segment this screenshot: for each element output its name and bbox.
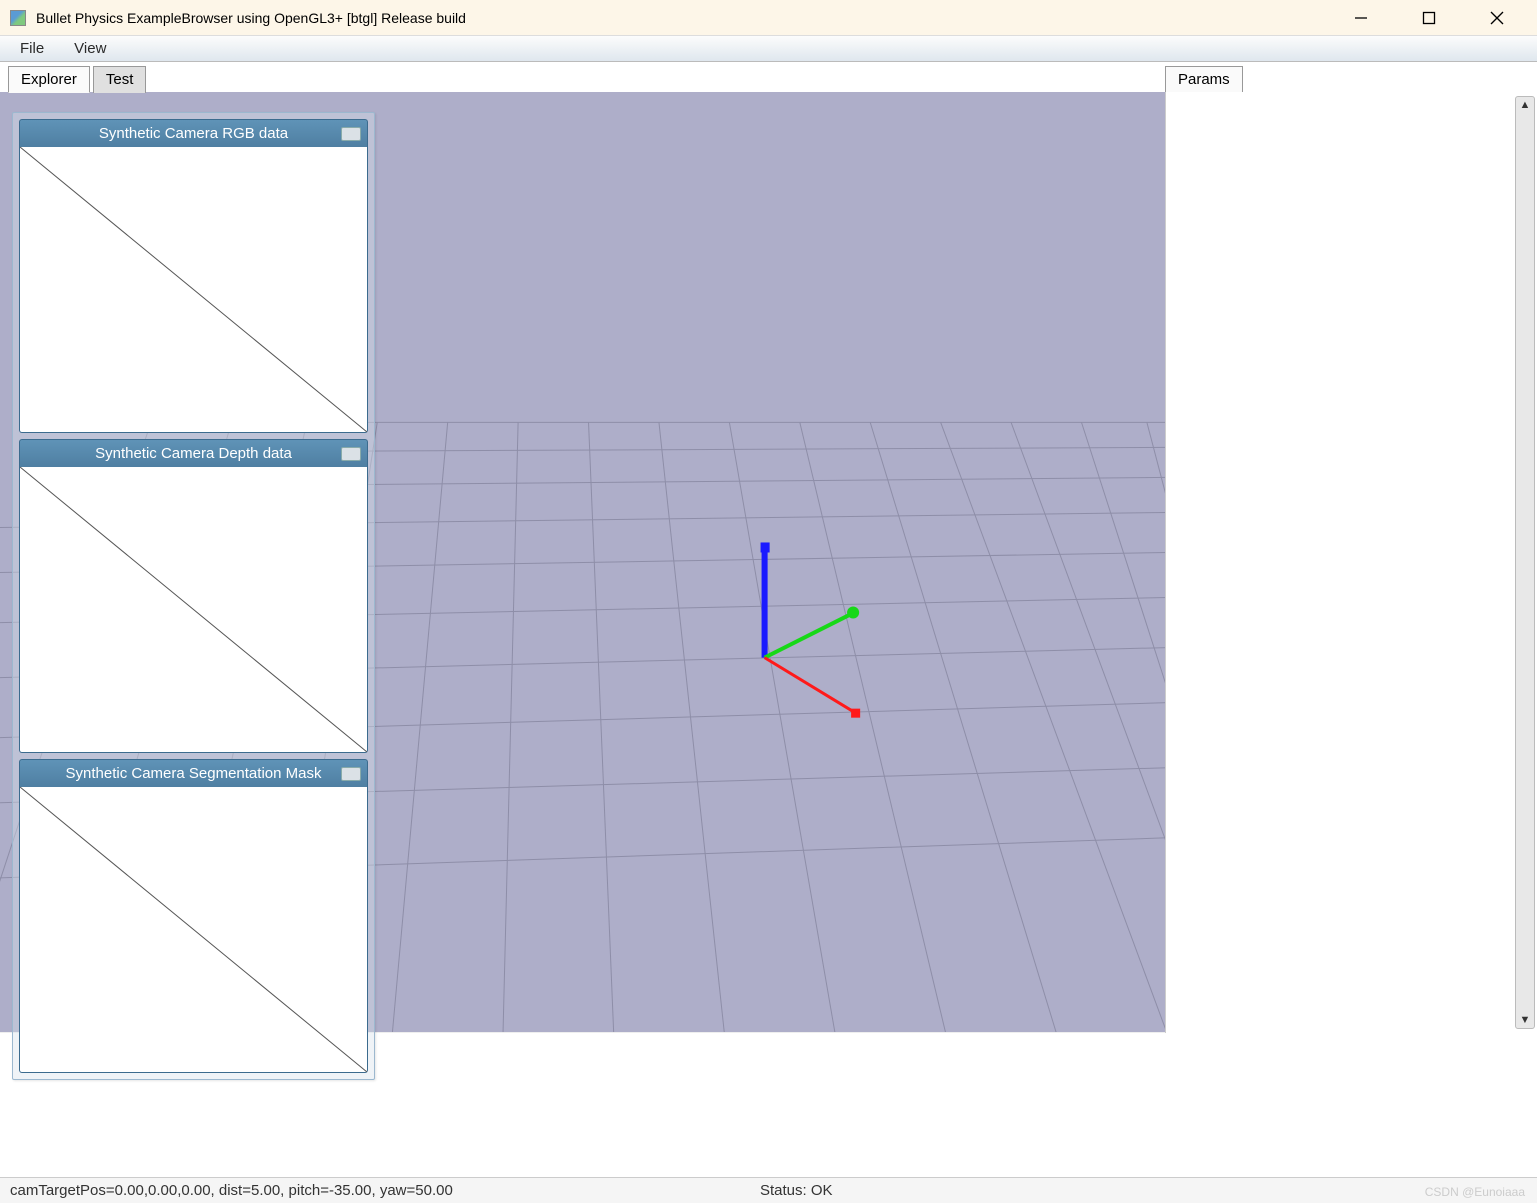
watermark: CSDN @Eunoiaaa: [1425, 1185, 1525, 1199]
status-text: Status: OK: [760, 1182, 833, 1199]
left-tab-strip: Explorer Test: [8, 66, 149, 93]
panel-rgb-title: Synthetic Camera RGB data: [99, 125, 288, 142]
menu-file[interactable]: File: [20, 40, 44, 57]
window-title: Bullet Physics ExampleBrowser using Open…: [36, 10, 1341, 26]
camera-preview-dock[interactable]: Synthetic Camera RGB data Synthetic Came…: [12, 112, 375, 1080]
panel-rgb-body: [19, 147, 368, 433]
window-titlebar: Bullet Physics ExampleBrowser using Open…: [0, 0, 1537, 36]
panel-depth-body: [19, 467, 368, 753]
scroll-up-icon[interactable]: ▲: [1517, 97, 1533, 113]
panel-segmentation-title: Synthetic Camera Segmentation Mask: [66, 765, 322, 782]
panel-rgb-toggle[interactable]: [341, 127, 361, 141]
panel-depth-title: Synthetic Camera Depth data: [95, 445, 292, 462]
status-bar: camTargetPos=0.00,0.00,0.00, dist=5.00, …: [0, 1177, 1537, 1203]
panel-depth: Synthetic Camera Depth data: [19, 439, 368, 753]
params-panel: ▲ ▼: [1165, 92, 1537, 1033]
window-buttons: [1341, 4, 1517, 32]
tab-explorer[interactable]: Explorer: [8, 66, 90, 93]
panel-rgb: Synthetic Camera RGB data: [19, 119, 368, 433]
minimize-button[interactable]: [1341, 4, 1381, 32]
panel-rgb-header[interactable]: Synthetic Camera RGB data: [19, 119, 368, 147]
right-tab-strip: Params: [1165, 66, 1515, 92]
params-scrollbar[interactable]: ▲ ▼: [1515, 96, 1535, 1029]
menu-bar: File View: [0, 36, 1537, 62]
menu-view[interactable]: View: [74, 40, 106, 57]
status-camera-info: camTargetPos=0.00,0.00,0.00, dist=5.00, …: [0, 1182, 760, 1199]
close-button[interactable]: [1477, 4, 1517, 32]
panel-segmentation-toggle[interactable]: [341, 767, 361, 781]
panel-depth-header[interactable]: Synthetic Camera Depth data: [19, 439, 368, 467]
panel-segmentation-body: [19, 787, 368, 1073]
panel-depth-toggle[interactable]: [341, 447, 361, 461]
app-icon: [10, 10, 26, 26]
panel-segmentation-header[interactable]: Synthetic Camera Segmentation Mask: [19, 759, 368, 787]
tab-test[interactable]: Test: [93, 66, 147, 93]
scroll-down-icon[interactable]: ▼: [1517, 1012, 1533, 1028]
panel-segmentation: Synthetic Camera Segmentation Mask: [19, 759, 368, 1073]
tab-params[interactable]: Params: [1165, 66, 1243, 92]
maximize-button[interactable]: [1409, 4, 1449, 32]
